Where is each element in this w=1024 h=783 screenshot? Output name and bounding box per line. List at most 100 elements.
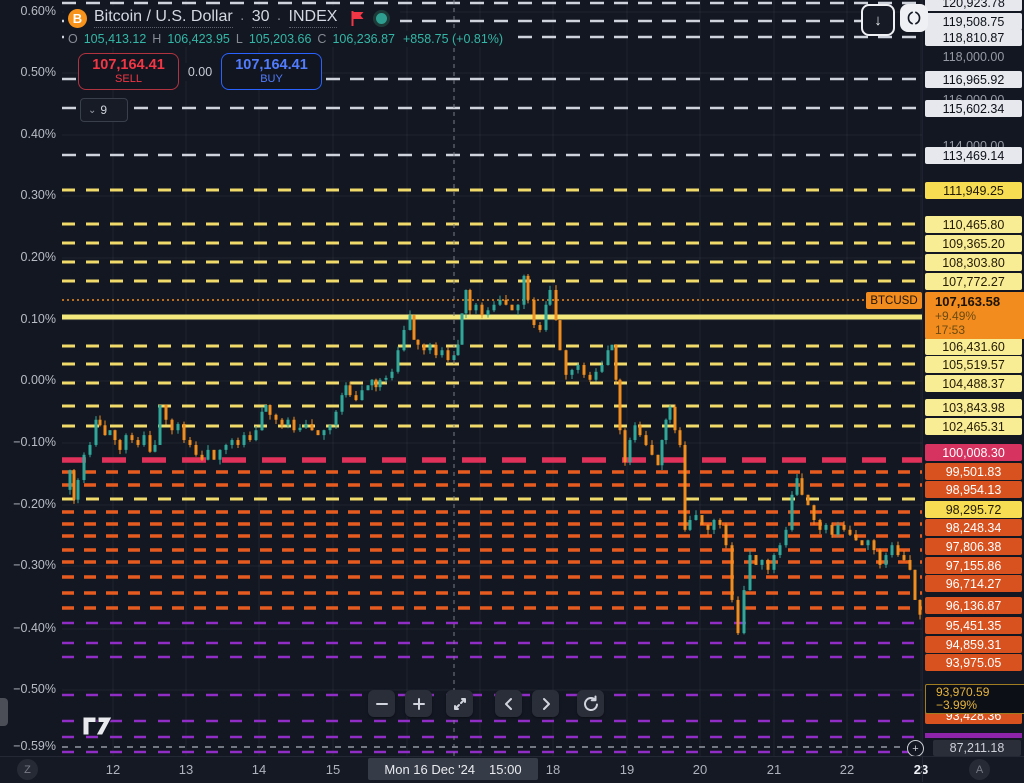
price-label: 120,923.78 xyxy=(925,0,1022,11)
candle xyxy=(801,478,804,495)
candle xyxy=(409,315,412,330)
market-label[interactable]: INDEX xyxy=(289,8,338,28)
status-dot-icon[interactable] xyxy=(373,10,390,27)
timezone-badge[interactable]: Z xyxy=(17,759,38,780)
candle xyxy=(457,345,460,355)
candle xyxy=(679,430,682,445)
candle xyxy=(441,350,444,355)
price-label: 116,965.92 xyxy=(925,71,1022,88)
maximize-button[interactable] xyxy=(446,690,473,717)
candle xyxy=(493,305,496,311)
candle xyxy=(237,440,240,445)
alert-price-label[interactable]: 93,970.59−3.99% xyxy=(925,684,1024,714)
candle xyxy=(225,445,228,450)
candle xyxy=(143,435,146,445)
candle xyxy=(819,520,822,530)
candle xyxy=(807,495,810,505)
series-symbol-tag[interactable]: BTCUSD xyxy=(866,292,922,309)
candle xyxy=(891,545,894,555)
candle xyxy=(429,345,432,351)
candle xyxy=(583,365,586,375)
interval-value[interactable]: 30 xyxy=(252,8,270,28)
candle xyxy=(311,424,314,430)
last-price-change: +9.49% xyxy=(935,309,1024,323)
chart-pane[interactable] xyxy=(0,0,1024,782)
candle xyxy=(371,380,374,386)
chart-nav-toolbar xyxy=(368,690,604,717)
candle xyxy=(559,320,562,350)
candle xyxy=(517,305,520,311)
chevron-left-button[interactable] xyxy=(495,690,522,717)
percent-label: −0.20% xyxy=(6,497,56,511)
download-arrow-button[interactable]: ↓ xyxy=(861,4,895,36)
candle xyxy=(779,545,782,555)
candle xyxy=(461,313,464,344)
candle xyxy=(201,455,204,460)
candle xyxy=(403,330,406,350)
maximize-icon xyxy=(452,696,468,712)
price-label: 100,008.30 xyxy=(925,444,1022,461)
percent-label: 0.40% xyxy=(6,127,56,141)
candle xyxy=(361,390,364,400)
candle xyxy=(914,570,917,600)
bar-count-value: 9 xyxy=(100,103,107,117)
candle xyxy=(825,525,828,530)
candle xyxy=(255,430,258,440)
candle xyxy=(77,480,80,500)
candle xyxy=(903,555,906,560)
candle xyxy=(475,305,478,311)
tradingview-logo[interactable] xyxy=(82,716,114,736)
candle xyxy=(505,300,508,305)
buy-button[interactable]: 107,164.41 BUY xyxy=(221,53,322,90)
change-value: +858.75 (+0.81%) xyxy=(403,32,503,46)
candle xyxy=(813,505,816,520)
auto-scale-badge[interactable]: A xyxy=(969,759,990,780)
candle xyxy=(885,555,888,565)
candle xyxy=(379,380,382,387)
percent-scale[interactable]: 0.60%0.50%0.40%0.30%0.20%0.10%0.00%−0.10… xyxy=(0,0,60,756)
price-scale[interactable]: + 120,923.78119,508.75118,810.87118,000.… xyxy=(922,0,1024,756)
candle xyxy=(275,415,278,420)
price-label: 108,303.80 xyxy=(925,254,1022,271)
candle xyxy=(189,440,192,445)
candle xyxy=(701,515,704,525)
candle xyxy=(665,420,668,440)
chevron-right-button[interactable] xyxy=(532,690,559,717)
minus-button[interactable] xyxy=(368,690,395,717)
candle xyxy=(831,525,834,535)
reset-button[interactable] xyxy=(577,690,604,717)
candle xyxy=(695,515,698,520)
time-label: 12 xyxy=(106,762,120,777)
percent-label: 0.20% xyxy=(6,250,56,264)
flag-icon[interactable] xyxy=(350,10,366,27)
candle xyxy=(335,412,338,426)
crosshair-date: Mon 16 Dec '24 xyxy=(384,762,475,777)
candle xyxy=(761,560,764,565)
candle xyxy=(611,345,614,351)
trade-widget: 107,164.41 SELL 0.00 107,164.41 BUY xyxy=(78,53,322,90)
candle xyxy=(469,290,472,310)
candle xyxy=(725,525,728,545)
candle xyxy=(345,385,348,395)
symbol-title[interactable]: Bitcoin / U.S. Dollar xyxy=(94,8,233,28)
candle xyxy=(375,380,378,387)
candle xyxy=(417,340,420,345)
price-label: 98,954.13 xyxy=(925,481,1022,498)
percent-label: 0.10% xyxy=(6,312,56,326)
time-label: 22 xyxy=(840,762,854,777)
candle xyxy=(481,305,484,315)
candle xyxy=(367,385,370,390)
candle xyxy=(624,430,627,462)
ohlc-value: 106,423.95 xyxy=(167,32,230,46)
candle xyxy=(589,375,592,380)
sell-button[interactable]: 107,164.41 SELL xyxy=(78,53,179,90)
bar-count-dropdown[interactable]: ⌄ 9 xyxy=(80,98,128,122)
candle xyxy=(73,470,76,500)
candle xyxy=(219,450,222,460)
candle xyxy=(773,555,776,570)
percent-label: 0.30% xyxy=(6,188,56,202)
plus-button[interactable] xyxy=(405,690,432,717)
add-alert-plus-icon[interactable]: + xyxy=(907,740,924,757)
fullscreen-toggle-button[interactable] xyxy=(900,4,928,32)
price-label: 98,295.72 xyxy=(925,501,1022,518)
